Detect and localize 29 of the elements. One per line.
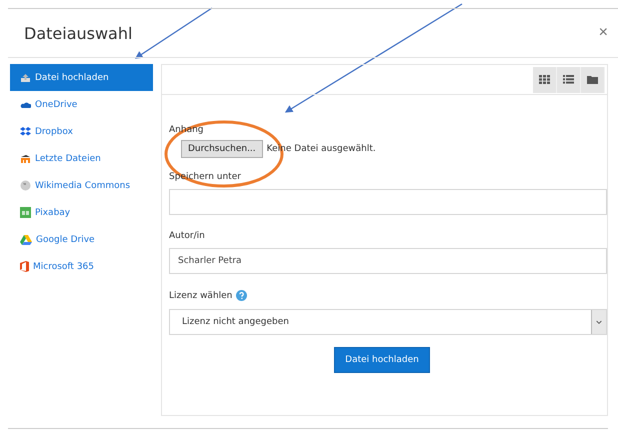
- dialog-title: Dateiauswahl: [24, 24, 132, 42]
- input-field[interactable]: Scharler Petra: [169, 248, 607, 274]
- sidebar-item[interactable]: Pixabay: [10, 199, 153, 226]
- sidebar-item[interactable]: OneDrive: [10, 91, 153, 118]
- grid-icon: [539, 75, 550, 84]
- sidebar-item[interactable]: Dropbox: [10, 118, 153, 145]
- globe-icon: [20, 180, 31, 191]
- field-label: Autor/in: [169, 231, 205, 241]
- license-dropdown[interactable]: Lizenz nicht angegeben: [169, 309, 607, 335]
- list-icon: [563, 75, 574, 84]
- logo-icon: [20, 261, 29, 272]
- close-button[interactable]: ×: [598, 24, 608, 42]
- sidebar-item[interactable]: Datei hochladen: [10, 64, 153, 91]
- triangle-icon: [20, 234, 32, 244]
- input-field[interactable]: [169, 189, 607, 215]
- field-label: Lizenz wählen: [169, 290, 248, 301]
- help-icon[interactable]: [236, 290, 248, 301]
- sidebar-item[interactable]: Letzte Dateien: [10, 145, 153, 172]
- sidebar-item[interactable]: Wikimedia Commons: [10, 172, 153, 199]
- upload-icon: [20, 72, 31, 82]
- logo-icon: [20, 154, 31, 163]
- upload-button[interactable]: Datei hochladen: [334, 347, 430, 373]
- sidebar-item[interactable]: Google Drive: [10, 226, 153, 253]
- folder-icon: [587, 75, 598, 84]
- cloud-icon: [20, 100, 31, 108]
- box-icon: [20, 127, 31, 136]
- logo-icon: [20, 207, 31, 218]
- browse-button[interactable]: Durchsuchen...: [181, 140, 263, 158]
- sidebar-item[interactable]: Microsoft 365: [10, 253, 153, 280]
